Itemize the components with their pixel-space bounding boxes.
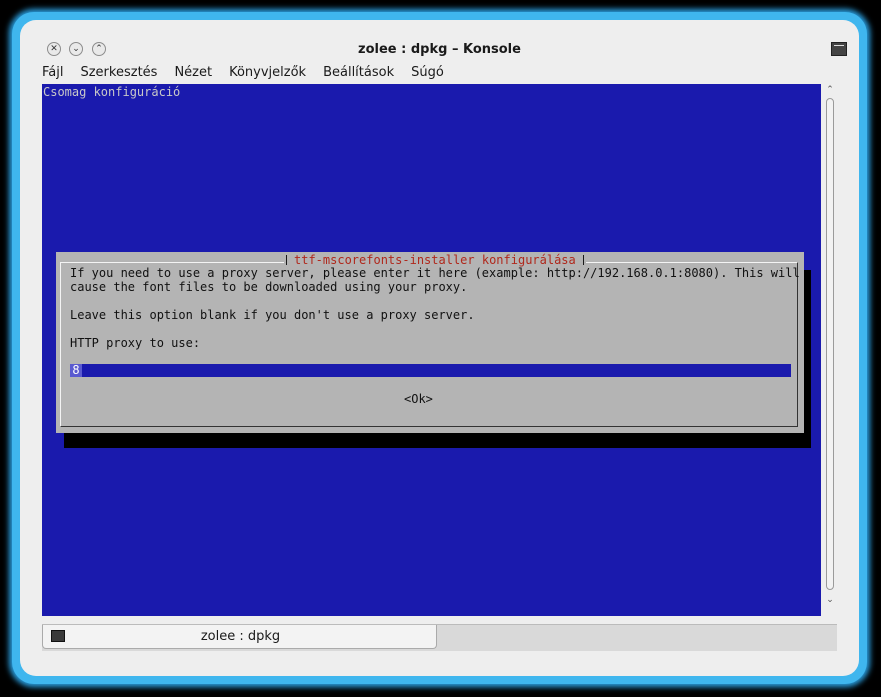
tab-label: zolee : dpkg [200,629,281,644]
dialog-text-line-1: If you need to use a proxy server, pleas… [70,266,800,280]
dialog-text-line-2: cause the font files to be downloaded us… [70,280,468,294]
menu-file[interactable]: Fájl [42,64,63,82]
menu-edit[interactable]: Szerkesztés [80,64,157,82]
window-title: zolee : dpkg – Konsole [358,42,521,57]
scroll-up-arrow-icon[interactable]: ⌃ [823,84,837,96]
tab-bar: zolee : dpkg [42,624,837,651]
menu-help[interactable]: Súgó [411,64,444,82]
proxy-input[interactable]: 8 [70,364,791,377]
menu-bar: Fájl Szerkesztés Nézet Könyvjelzők Beáll… [42,64,461,82]
terminal-area[interactable]: Csomag konfiguráció ttf-mscorefonts-inst… [42,84,821,616]
konsole-window: ✕ ⌄ ⌃ zolee : dpkg – Konsole Fájl Szerke… [20,20,859,676]
dialog-text-line-3: Leave this option blank if you don't use… [70,308,475,322]
dialog-title: ttf-mscorefonts-installer konfigurálása [284,253,586,267]
proxy-label: HTTP proxy to use: [70,336,201,350]
scrollbar-handle[interactable] [826,98,834,590]
menu-bookmarks[interactable]: Könyvjelzők [229,64,306,82]
package-config-header: Csomag konfiguráció [43,85,181,99]
terminal-app-icon[interactable] [831,42,847,56]
ok-button[interactable]: <Ok> [404,392,433,406]
config-dialog: ttf-mscorefonts-installer konfigurálása … [56,252,804,433]
menu-settings[interactable]: Beállítások [323,64,394,82]
proxy-input-value: 8 [70,364,82,377]
tab-zolee-dpkg[interactable]: zolee : dpkg [42,625,437,649]
menu-view[interactable]: Nézet [174,64,212,82]
title-bar[interactable]: ✕ ⌄ ⌃ zolee : dpkg – Konsole [20,20,859,60]
scroll-down-arrow-icon[interactable]: ⌄ [823,594,837,606]
vertical-scrollbar[interactable]: ⌃ ⌄ [823,84,837,616]
